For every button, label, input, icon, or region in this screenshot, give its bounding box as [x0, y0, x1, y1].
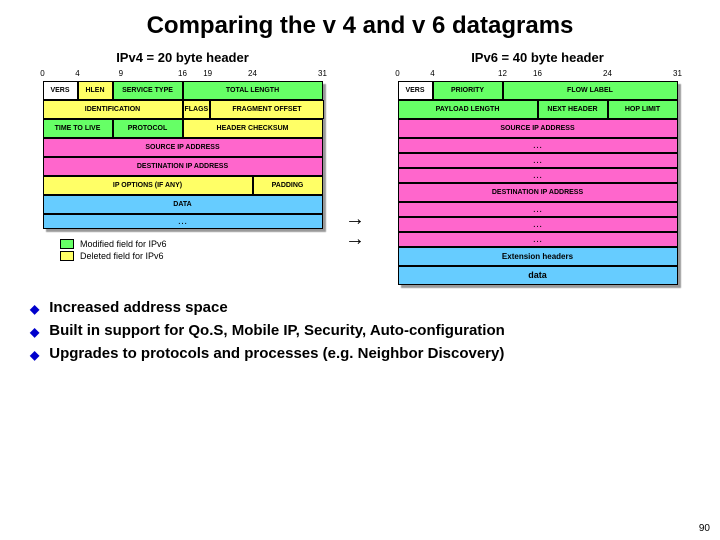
- ipv6-header: VERS PRIORITY FLOW LABEL PAYLOAD LENGTH …: [398, 81, 678, 285]
- field-checksum: HEADER CHECKSUM: [183, 119, 323, 138]
- slide-title: Comparing the v 4 and v 6 datagrams: [0, 0, 720, 48]
- field-options: IP OPTIONS (IF ANY): [43, 176, 253, 195]
- field-next-header: NEXT HEADER: [538, 100, 608, 119]
- tick: 24: [603, 69, 612, 78]
- tick: 9: [119, 69, 123, 78]
- ipv4-column: IPv4 = 20 byte header 0 4 9 16 19 24 31 …: [20, 48, 345, 285]
- tick: 12: [498, 69, 507, 78]
- field-vers: VERS: [398, 81, 433, 100]
- ipv6-column: IPv6 = 40 byte header 0 4 12 16 24 31 VE…: [375, 48, 700, 285]
- tick: 16: [178, 69, 187, 78]
- bullet-text: Increased address space: [49, 299, 227, 316]
- field-data: DATA: [43, 195, 323, 214]
- arrow-icon: →: [345, 228, 365, 251]
- ipv6-bit-ticks: 0 4 12 16 24 31: [398, 69, 678, 81]
- bullet-item: Built in support for Qo.S, Mobile IP, Se…: [30, 322, 690, 339]
- field-flow-label: FLOW LABEL: [503, 81, 678, 100]
- field-src-ip: SOURCE IP ADDRESS: [43, 138, 323, 157]
- tick: 31: [673, 69, 682, 78]
- tick: 16: [533, 69, 542, 78]
- field-extension-headers: Extension headers: [398, 247, 678, 266]
- slide-number: 90: [699, 523, 710, 534]
- ellipsis: …: [398, 202, 678, 217]
- bullet-text: Upgrades to protocols and processes (e.g…: [49, 345, 504, 362]
- tick: 4: [75, 69, 79, 78]
- tick: 19: [203, 69, 212, 78]
- bullet-text: Built in support for Qo.S, Mobile IP, Se…: [49, 322, 505, 339]
- bullet-list: Increased address space Built in support…: [30, 299, 690, 362]
- ellipsis: …: [398, 168, 678, 183]
- field-fragment-offset: FRAGMENT OFFSET: [210, 100, 323, 119]
- field-identification: IDENTIFICATION: [43, 100, 183, 119]
- ellipsis: …: [398, 153, 678, 168]
- field-flags: FLAGS: [183, 100, 211, 119]
- field-dst-ip: DESTINATION IP ADDRESS: [398, 183, 678, 202]
- legend-color-box: [60, 239, 74, 249]
- tick: 31: [318, 69, 327, 78]
- legend-color-box: [60, 251, 74, 261]
- legend: Modified field for IPv6 Deleted field fo…: [60, 239, 345, 261]
- ellipsis: …: [43, 214, 323, 229]
- ellipsis: …: [398, 232, 678, 247]
- ellipsis: …: [398, 217, 678, 232]
- field-vers: VERS: [43, 81, 78, 100]
- legend-modified: Modified field for IPv6: [60, 239, 345, 249]
- ipv4-header: VERS HLEN SERVICE TYPE TOTAL LENGTH IDEN…: [43, 81, 323, 229]
- tick: 24: [248, 69, 257, 78]
- ipv4-bit-ticks: 0 4 9 16 19 24 31: [43, 69, 323, 81]
- ipv6-subtitle: IPv6 = 40 byte header: [375, 50, 700, 65]
- field-src-ip: SOURCE IP ADDRESS: [398, 119, 678, 138]
- field-hlen: HLEN: [78, 81, 113, 100]
- ellipsis: …: [398, 138, 678, 153]
- field-total-length: TOTAL LENGTH: [183, 81, 323, 100]
- legend-label: Modified field for IPv6: [80, 239, 167, 249]
- field-protocol: PROTOCOL: [113, 119, 183, 138]
- field-payload-length: PAYLOAD LENGTH: [398, 100, 538, 119]
- field-ttl: TIME TO LIVE: [43, 119, 113, 138]
- bullet-item: Upgrades to protocols and processes (e.g…: [30, 345, 690, 362]
- field-service-type: SERVICE TYPE: [113, 81, 183, 100]
- tick: 4: [430, 69, 434, 78]
- legend-deleted: Deleted field for IPv6: [60, 251, 345, 261]
- field-padding: PADDING: [253, 176, 323, 195]
- legend-label: Deleted field for IPv6: [80, 251, 164, 261]
- bullet-item: Increased address space: [30, 299, 690, 316]
- field-data: data: [398, 266, 678, 285]
- field-hop-limit: HOP LIMIT: [608, 100, 678, 119]
- tick: 0: [395, 69, 399, 78]
- field-priority: PRIORITY: [433, 81, 503, 100]
- field-dst-ip: DESTINATION IP ADDRESS: [43, 157, 323, 176]
- tick: 0: [40, 69, 44, 78]
- ipv4-subtitle: IPv4 = 20 byte header: [20, 50, 345, 65]
